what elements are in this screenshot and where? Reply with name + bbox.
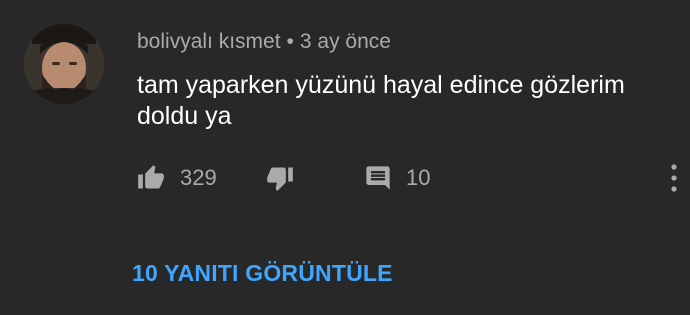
comment-text: tam yaparken yüzünü hayal edince gözleri…: [137, 71, 625, 130]
author-name[interactable]: bolivyalı kısmet: [137, 30, 281, 53]
comment-icon: [366, 166, 390, 190]
comment-time[interactable]: 3 ay önce: [300, 30, 391, 53]
meta-separator: •: [286, 30, 294, 53]
thumb-up-icon: [138, 165, 164, 189]
person-avatar-icon: [24, 24, 104, 104]
comment-meta: bolivyalı kısmet • 3 ay önce: [137, 30, 391, 54]
thumb-down-icon: [267, 167, 293, 191]
view-replies-link[interactable]: 10 YANITI GÖRÜNTÜLE: [132, 260, 393, 287]
comment-actions: 329 10: [0, 158, 690, 198]
comment-thread: bolivyalı kısmet • 3 ay önce tam yaparken …: [0, 0, 690, 315]
dislike-button[interactable]: [265, 158, 295, 198]
avatar[interactable]: [24, 24, 104, 104]
more-vertical-icon: [671, 164, 677, 192]
like-button[interactable]: 329: [136, 158, 217, 198]
reply-button[interactable]: 10: [364, 158, 430, 198]
more-options-button[interactable]: [662, 160, 686, 196]
like-count: 329: [180, 165, 217, 190]
reply-count: 10: [406, 165, 431, 190]
